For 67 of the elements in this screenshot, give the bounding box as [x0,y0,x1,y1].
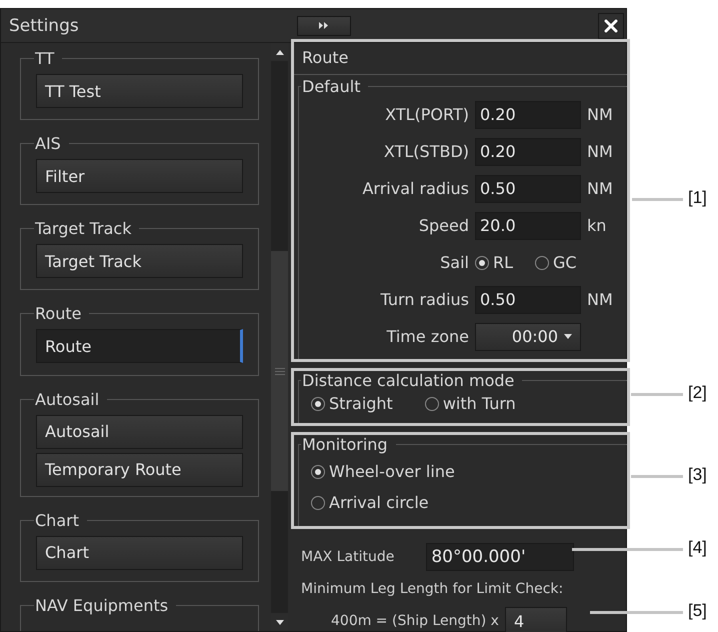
radio-button[interactable] [535,256,550,270]
callout-label: [2] [688,383,707,403]
group-legend: AIS [34,134,69,154]
section-title: Route [294,42,627,75]
group-legend: Route [34,304,90,324]
radio-label: Wheel-over line [329,462,455,481]
close-button[interactable] [598,12,624,38]
group-legend: Chart [34,510,87,530]
dropdown[interactable]: 4 [504,607,567,632]
double-arrow-icon [319,22,329,29]
dropdown[interactable]: 00:00 [475,322,581,350]
radio-button[interactable] [311,396,325,410]
field-label: Time zone [386,327,469,346]
radio-label: with Turn [442,394,516,413]
sidebar-item[interactable]: Chart [36,536,244,570]
sidebar-item[interactable]: Filter [36,159,244,194]
input-field[interactable]: 80°00.000' [426,543,574,571]
group-legend: Autosail [34,390,108,409]
sidebar-item[interactable]: TT Test [36,74,244,108]
group-legend: Distance calculation mode [301,371,522,390]
callout-label: [3] [688,465,707,485]
field-label: MAX Latitude [301,549,394,565]
unit-label: kn [587,216,608,235]
group-legend: NAV Equipments [34,596,176,615]
unit-label: NM [587,142,614,161]
group-legend: Default [301,77,368,96]
callout-label: [4] [688,538,707,558]
scroll-up-icon[interactable] [271,43,288,61]
scrollbar[interactable] [271,43,288,631]
radio-label: RL [493,253,514,272]
caret-icon [564,334,572,339]
radio-label: Straight [329,394,393,413]
unit-label: NM [587,290,614,309]
group-legend: TT [34,49,62,68]
group-legend: Monitoring [301,435,396,454]
radio-button[interactable] [475,256,489,270]
sidebar-item[interactable]: Autosail [36,414,244,449]
radio-button[interactable] [311,496,325,510]
field-label: Turn radius [380,290,469,309]
collapse-button[interactable] [297,16,351,36]
radio-button[interactable] [311,464,325,478]
unit-label: NM [587,105,614,124]
callout-label: [5] [688,601,707,621]
field-label: Speed [418,216,469,235]
input-field[interactable]: 20.0 [475,212,581,240]
group-legend: Target Track [34,219,140,238]
radio-label: GC [553,253,577,272]
leader-line [632,198,683,201]
sidebar-item[interactable]: Target Track [36,244,244,278]
scroll-thumb[interactable] [271,251,288,491]
sidebar-item[interactable]: Temporary Route [36,452,244,487]
input-field[interactable]: 0.20 [475,100,581,128]
field-label: XTL(STBD) [382,142,469,161]
callout-label: [1] [688,188,707,208]
radio-label: Arrival circle [329,493,429,512]
radio-button[interactable] [424,396,439,410]
unit-label: NM [587,179,614,198]
sidebar-item[interactable]: Route [36,329,244,364]
formula-text: 400m = (Ship Length) x [331,613,499,629]
input-field[interactable]: 0.20 [475,138,581,166]
input-field[interactable]: 0.50 [475,174,581,202]
field-label: Sail [439,253,469,272]
input-field[interactable]: 0.50 [475,286,581,314]
field-label: XTL(PORT) [384,105,469,124]
field-label: Arrival radius [361,179,469,198]
field-label: Minimum Leg Length for Limit Check: [301,581,564,597]
window-title: Settings [9,16,80,36]
